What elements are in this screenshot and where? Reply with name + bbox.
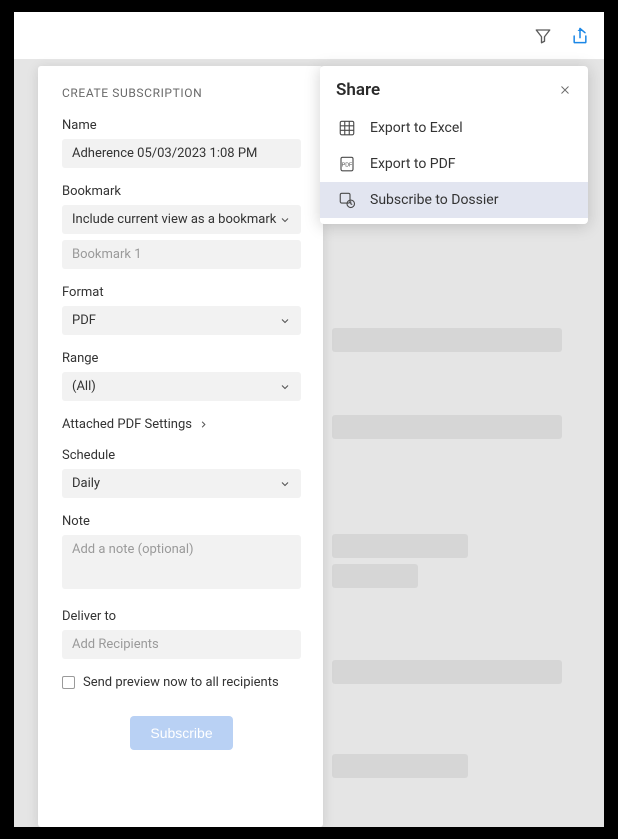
svg-text:PDF: PDF: [342, 162, 353, 168]
note-textarea[interactable]: [62, 535, 301, 589]
chevron-right-icon: [198, 419, 209, 430]
range-label: Range: [62, 351, 301, 366]
name-input[interactable]: Adherence 05/03/2023 1:08 PM: [62, 139, 301, 168]
bookmark-mode-value: Include current view as a bookmark: [72, 212, 276, 227]
panel-heading: CREATE SUBSCRIPTION: [62, 86, 301, 100]
bookmark-name-input[interactable]: [62, 240, 301, 269]
format-value: PDF: [72, 313, 96, 328]
name-label: Name: [62, 118, 301, 133]
share-item-label: Export to PDF: [370, 156, 456, 172]
range-value: (All): [72, 379, 96, 394]
attached-pdf-settings[interactable]: Attached PDF Settings: [62, 417, 301, 432]
share-title: Share: [336, 80, 380, 100]
format-select[interactable]: PDF: [62, 306, 301, 335]
schedule-value: Daily: [72, 476, 100, 491]
send-preview-label: Send preview now to all recipients: [83, 675, 279, 690]
excel-icon: [338, 119, 356, 137]
share-item-export-pdf[interactable]: PDF Export to PDF: [320, 146, 588, 182]
bookmark-label: Bookmark: [62, 184, 301, 199]
range-select[interactable]: (All): [62, 372, 301, 401]
send-preview-checkbox[interactable]: [62, 676, 75, 689]
chevron-down-icon: [279, 478, 291, 490]
pdf-icon: PDF: [338, 155, 356, 173]
note-label: Note: [62, 514, 301, 529]
bookmark-mode-select[interactable]: Include current view as a bookmark: [62, 205, 301, 234]
deliver-to-input[interactable]: [62, 630, 301, 659]
create-subscription-panel: CREATE SUBSCRIPTION Name Adherence 05/03…: [38, 66, 323, 827]
share-item-label: Subscribe to Dossier: [370, 192, 498, 208]
attached-pdf-settings-label: Attached PDF Settings: [62, 417, 192, 432]
format-label: Format: [62, 285, 301, 300]
share-item-label: Export to Excel: [370, 120, 463, 136]
share-icon[interactable]: [570, 26, 590, 46]
subscribe-button[interactable]: Subscribe: [130, 716, 232, 750]
dossier-subscribe-icon: [338, 191, 356, 209]
chevron-down-icon: [279, 214, 291, 226]
header-bar: [14, 12, 604, 60]
chevron-down-icon: [279, 381, 291, 393]
share-dropdown: Share Export to Excel PDF Export to PDF …: [320, 66, 588, 224]
filter-icon[interactable]: [534, 27, 552, 45]
deliver-to-label: Deliver to: [62, 609, 301, 624]
chevron-down-icon: [279, 315, 291, 327]
share-item-export-excel[interactable]: Export to Excel: [320, 110, 588, 146]
schedule-label: Schedule: [62, 448, 301, 463]
share-item-subscribe-dossier[interactable]: Subscribe to Dossier: [320, 182, 588, 218]
schedule-select[interactable]: Daily: [62, 469, 301, 498]
close-icon[interactable]: [558, 83, 572, 97]
